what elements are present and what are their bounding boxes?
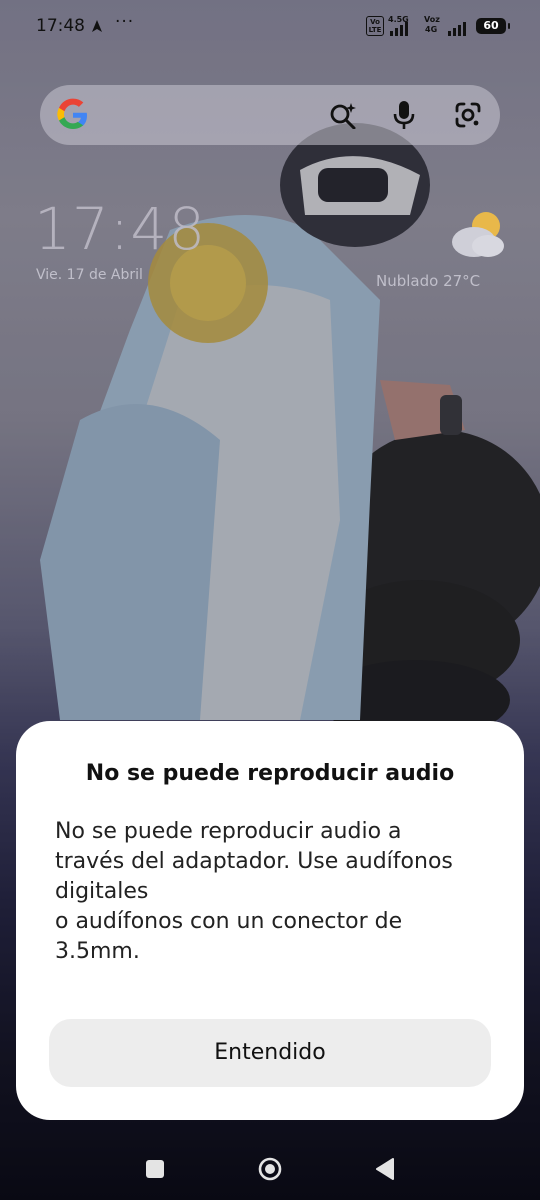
home-circle-icon[interactable] [258,1157,282,1181]
dialog-message-line: digitales [55,879,149,904]
more-notifications-icon: ··· [115,12,135,32]
partly-cloudy-icon [452,212,504,257]
recents-square-icon[interactable] [146,1160,164,1178]
sim2-network-type: 4G [425,25,438,34]
lockscreen-date: Vie. 17 de Abril [36,267,143,283]
dialog-message: No se puede reproducir audio a través de… [55,817,495,967]
sim2-network-label: Voz [424,15,440,24]
dialog-message-line: No se puede reproducir audio a [55,819,402,844]
battery-icon: 60 [476,18,510,34]
google-g-logo [57,98,87,129]
sim1-signal-icon [390,20,408,36]
sim2-signal-icon [448,20,466,36]
ai-search-icon[interactable] [329,101,357,129]
back-triangle-icon[interactable] [374,1157,396,1181]
home-screen: 17:48 ··· Vo LTE 4.5G Voz 4G 60 17:48 Vi… [0,0,540,1200]
status-time: 17:48 [36,16,85,36]
dialog-title: No se puede reproducir audio [85,761,455,786]
microphone-icon[interactable] [390,100,418,130]
dialog-message-line: 3.5mm. [55,939,140,964]
volte-icon: Vo LTE [366,16,384,36]
google-lens-icon[interactable] [454,101,482,129]
system-nav-bar [0,1140,540,1200]
navigation-arrow-icon [92,20,102,32]
understood-button[interactable]: Entendido [49,1019,491,1087]
lockscreen-clock: 17:48 [34,195,207,263]
weather-status: Nublado 27°C [376,272,481,290]
dialog-message-line: través del adaptador. Use audífonos [55,849,453,874]
dialog-message-line: o audífonos con un conector de [55,909,403,934]
google-search-bar[interactable] [40,85,500,145]
audio-error-dialog: No se puede reproducir audio No se puede… [16,721,524,1120]
status-bar: 17:48 ··· Vo LTE 4.5G Voz 4G 60 [0,0,540,52]
